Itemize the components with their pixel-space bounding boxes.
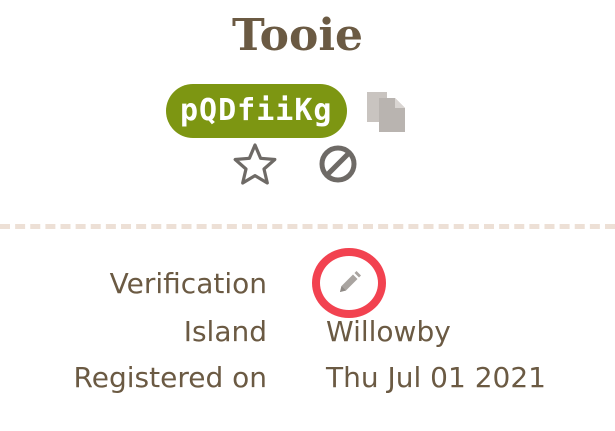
- friend-code-badge: pQDfiiKg: [166, 84, 347, 138]
- block-button[interactable]: [316, 142, 362, 186]
- pencil-icon: [340, 271, 361, 292]
- edit-verification-button[interactable]: [312, 248, 386, 318]
- star-outline-icon: [233, 143, 277, 185]
- detail-row-verification: Verification: [0, 248, 615, 318]
- block-icon: [319, 145, 357, 183]
- registered-label: Registered on: [73, 361, 267, 394]
- verification-label: Verification: [109, 267, 267, 300]
- island-value: Willowby: [326, 315, 451, 348]
- favorite-button[interactable]: [232, 142, 278, 186]
- copy-code-button[interactable]: [361, 86, 411, 136]
- section-divider: [0, 224, 615, 229]
- copy-icon: [366, 92, 405, 132]
- detail-row-registered: Registered on Thu Jul 01 2021: [0, 356, 615, 400]
- detail-row-island: Island Willowby: [0, 310, 615, 354]
- profile-actions: [232, 142, 362, 186]
- registered-value: Thu Jul 01 2021: [326, 361, 546, 394]
- island-label: Island: [183, 315, 267, 348]
- friend-code-row: pQDfiiKg: [166, 84, 411, 138]
- verification-edit-wrap: [300, 248, 396, 318]
- profile-name: Tooie: [231, 10, 364, 61]
